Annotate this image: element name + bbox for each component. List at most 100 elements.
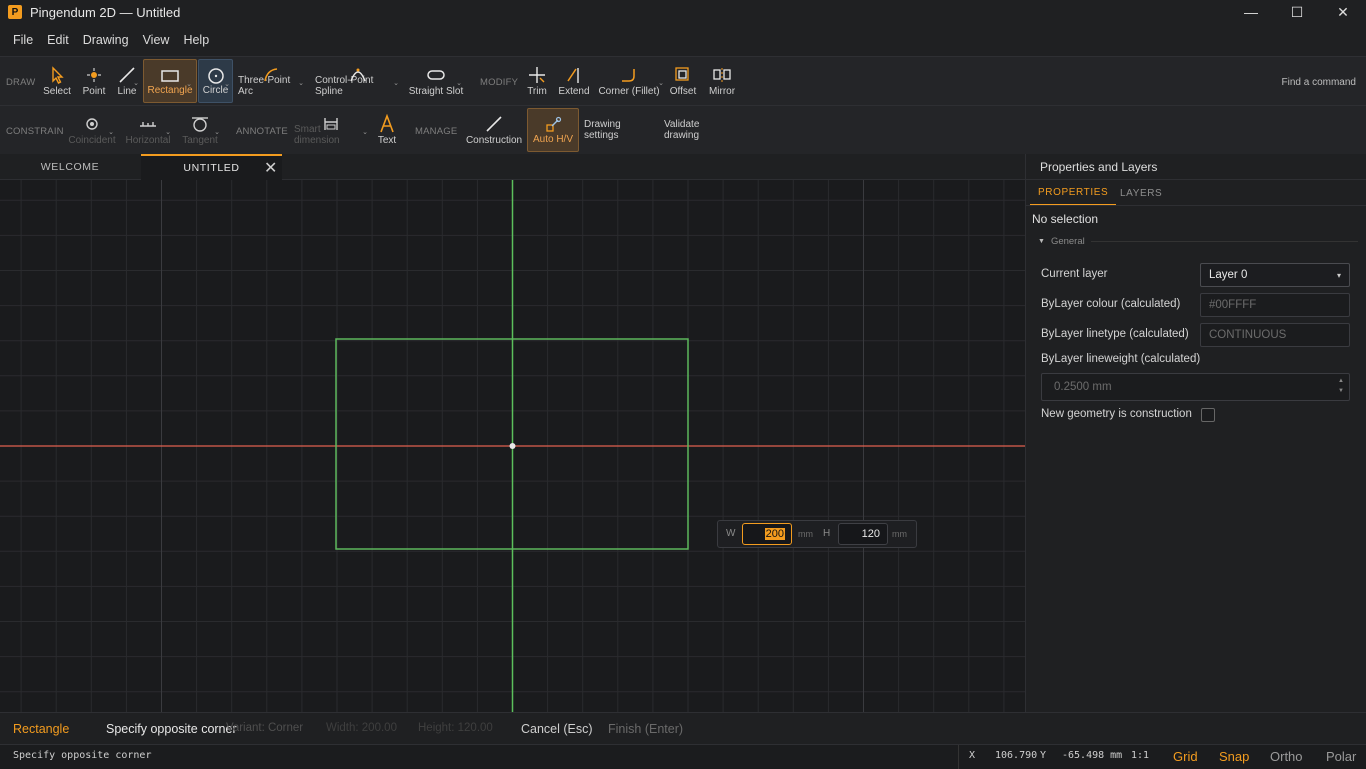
drawing-canvas[interactable] xyxy=(0,180,1025,712)
menu-edit[interactable]: Edit xyxy=(40,33,76,47)
height-input[interactable]: 120 xyxy=(838,523,888,545)
draw-toolbar: DRAW Select Point Line ⌄ Rectangle ⌄ Cir… xyxy=(0,56,1366,106)
line-tool-label: Line xyxy=(117,86,137,97)
window-title: Pingendum 2D — Untitled xyxy=(30,4,181,20)
trim-tool[interactable]: Trim xyxy=(522,59,552,103)
minimize-button[interactable]: — xyxy=(1228,0,1274,24)
fillet-icon xyxy=(622,69,635,82)
horizontal-tool-label: Horizontal xyxy=(125,135,171,146)
current-layer-select[interactable]: Layer 0 ▾ xyxy=(1200,263,1350,287)
auto-hv-toggle[interactable]: Auto H/V xyxy=(527,108,579,152)
ortho-toggle[interactable]: Ortho xyxy=(1270,749,1303,764)
command-prompt: Specify opposite corner xyxy=(106,722,237,736)
offset-icon xyxy=(675,67,689,81)
menu-bar: File Edit Drawing View Help xyxy=(0,24,1366,56)
smart-dimension-tool[interactable]: Smart dimension ⌄ xyxy=(294,108,368,152)
drawing-settings-label: Drawing settings xyxy=(584,119,621,141)
fillet-tool[interactable]: Corner (Fillet) ⌄ xyxy=(598,59,664,103)
collapse-triangle-icon: ▼ xyxy=(1038,238,1045,245)
construction-checkbox[interactable] xyxy=(1201,408,1215,422)
chevron-down-icon: ⌄ xyxy=(224,81,230,88)
active-tool-label: Rectangle xyxy=(13,722,70,736)
mirror-tool[interactable]: Mirror xyxy=(704,59,740,103)
width-option: Width: 200.00 xyxy=(326,722,397,734)
spinner-arrows-icon: ▲ ▼ xyxy=(1338,378,1344,394)
construction-tool[interactable]: Construction xyxy=(466,108,522,152)
close-window-button[interactable]: ✕ xyxy=(1320,0,1366,24)
menu-file[interactable]: File xyxy=(6,33,40,47)
rectangle-tool[interactable]: Rectangle ⌄ xyxy=(143,59,197,103)
chevron-down-icon: ⌄ xyxy=(165,129,171,136)
select-tool[interactable]: Select xyxy=(40,59,74,103)
tangent-tool-label: Tangent xyxy=(182,135,218,146)
construction-label: New geometry is construction xyxy=(1041,408,1192,420)
modify-group-label: MODIFY xyxy=(480,77,519,88)
trim-tool-label: Trim xyxy=(527,86,547,97)
width-value: 200 xyxy=(764,528,785,540)
grid-toggle[interactable]: Grid xyxy=(1173,749,1198,764)
general-section-header[interactable]: ▼ General xyxy=(1038,236,1358,247)
coincident-tool[interactable]: Coincident ⌄ xyxy=(68,108,116,152)
x-coord-label: X xyxy=(969,750,976,761)
point-tool[interactable]: Point xyxy=(78,59,110,103)
height-label: H xyxy=(823,528,831,539)
coincident-tool-label: Coincident xyxy=(68,135,116,146)
point-tool-label: Point xyxy=(82,86,106,97)
snap-toggle[interactable]: Snap xyxy=(1219,749,1249,764)
draw-group-label: DRAW xyxy=(6,77,36,88)
maximize-button[interactable]: ☐ xyxy=(1274,0,1320,24)
origin-point xyxy=(509,443,516,449)
extend-icon xyxy=(567,68,579,83)
arc-tool[interactable]: Three-Point Arc ⌄ xyxy=(238,59,306,103)
constrain-group-label: CONSTRAIN xyxy=(6,126,64,137)
selection-status: No selection xyxy=(1032,212,1099,226)
find-command-button[interactable]: Find a command xyxy=(1282,77,1356,88)
offset-tool[interactable]: Offset xyxy=(666,59,700,103)
spline-tool[interactable]: Control-Point Spline ⌄ xyxy=(315,59,401,103)
manage-group-label: MANAGE xyxy=(415,126,458,137)
menu-help[interactable]: Help xyxy=(176,33,216,47)
text-tool[interactable]: Text xyxy=(372,108,402,152)
offset-tool-label: Offset xyxy=(669,86,697,97)
variant-option[interactable]: Variant: Corner xyxy=(226,722,303,734)
lineweight-value: 0.2500 mm xyxy=(1054,381,1112,393)
dimension-icon xyxy=(324,118,338,130)
mirror-icon xyxy=(713,68,731,82)
validate-drawing-button[interactable]: Validate drawing xyxy=(664,108,736,152)
drawing-settings-button[interactable]: Drawing settings xyxy=(584,108,654,152)
tab-properties[interactable]: PROPERTIES xyxy=(1030,180,1117,206)
spline-icon xyxy=(350,68,366,82)
line-tool[interactable]: Line ⌄ xyxy=(112,59,142,103)
bylayer-lineweight-field: 0.2500 mm ▲ ▼ xyxy=(1041,373,1350,401)
chevron-down-icon: ⌄ xyxy=(393,80,399,87)
tab-welcome[interactable]: WELCOME xyxy=(0,154,140,180)
polar-toggle[interactable]: Polar xyxy=(1326,749,1356,764)
text-tool-label: Text xyxy=(377,135,397,146)
extend-tool[interactable]: Extend xyxy=(556,59,592,103)
scale-readout: 1:1 xyxy=(1131,750,1150,761)
mirror-tool-label: Mirror xyxy=(708,86,736,97)
slot-icon xyxy=(427,70,445,80)
slot-tool[interactable]: Straight Slot ⌄ xyxy=(408,59,464,103)
chevron-down-icon: ⌄ xyxy=(214,129,220,136)
tab-untitled[interactable]: UNTITLED ✕ xyxy=(141,154,282,180)
horizontal-icon xyxy=(140,122,156,127)
width-input[interactable]: 200 xyxy=(742,523,792,545)
current-layer-label: Current layer xyxy=(1041,268,1108,280)
menu-drawing[interactable]: Drawing xyxy=(76,33,136,47)
cancel-button[interactable]: Cancel (Esc) xyxy=(521,722,593,736)
tab-layers[interactable]: LAYERS xyxy=(1120,180,1162,206)
close-icon[interactable]: ✕ xyxy=(264,158,278,178)
tangent-tool[interactable]: Tangent ⌄ xyxy=(180,108,220,152)
horizontal-tool[interactable]: Horizontal ⌄ xyxy=(125,108,171,152)
menu-view[interactable]: View xyxy=(136,33,177,47)
fillet-tool-label: Corner (Fillet) xyxy=(598,86,660,97)
validate-drawing-label: Validate drawing xyxy=(664,119,700,141)
y-coord-label: Y xyxy=(1040,750,1047,761)
finish-button[interactable]: Finish (Enter) xyxy=(608,722,683,736)
circle-tool[interactable]: Circle ⌄ xyxy=(198,59,233,103)
properties-panel: Properties and Layers PROPERTIES LAYERS … xyxy=(1025,154,1366,712)
x-coord-value: 106.790 xyxy=(995,750,1038,761)
circle-icon xyxy=(207,68,224,84)
text-icon xyxy=(380,114,394,133)
